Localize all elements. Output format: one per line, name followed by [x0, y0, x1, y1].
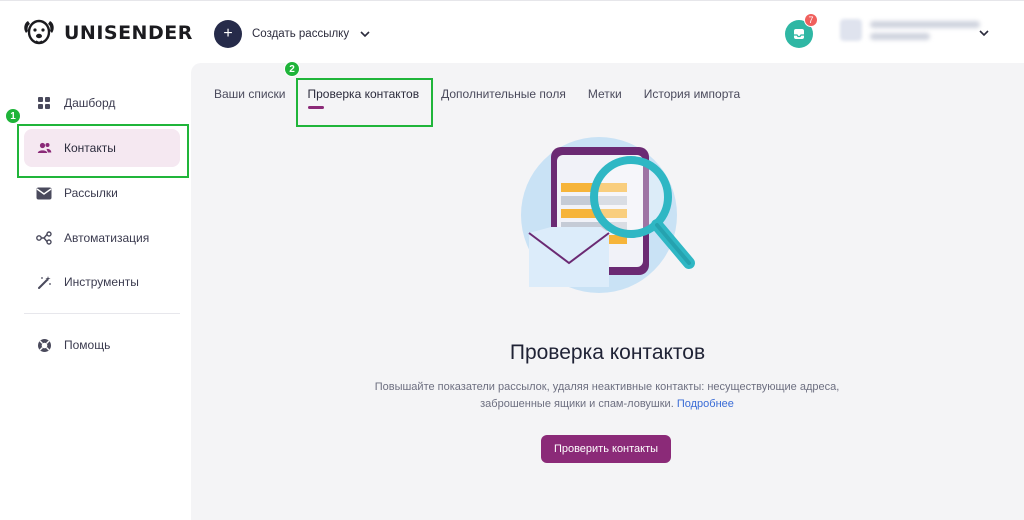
notification-count-badge: 7: [804, 13, 818, 27]
sidebar-item-campaigns[interactable]: Рассылки: [24, 174, 180, 212]
top-header: UNISENDER + Создать рассылку 7: [0, 0, 1024, 64]
user-chevron-down-icon[interactable]: [978, 27, 990, 39]
logo-text: UNISENDER: [64, 22, 193, 44]
sidebar-item-help[interactable]: Помощь: [24, 326, 180, 364]
tab-additional-fields[interactable]: Дополнительные поля: [441, 87, 566, 101]
dog-logo-icon: [24, 19, 54, 45]
chevron-down-icon: [360, 31, 370, 38]
learn-more-link[interactable]: Подробнее: [677, 398, 734, 410]
automation-nodes-icon: [36, 230, 52, 246]
annotation-box-1: [17, 124, 189, 178]
check-contacts-button[interactable]: Проверить контакты: [541, 435, 671, 463]
page-title: Проверка контактов: [509, 341, 706, 364]
user-id-blurred: [870, 32, 930, 40]
create-campaign-label: Создать рассылку: [252, 28, 350, 40]
sidebar-item-label: Автоматизация: [64, 231, 150, 245]
annotation-box-2: [296, 78, 433, 127]
sidebar-divider: [24, 313, 180, 314]
sidebar-item-automation[interactable]: Автоматизация: [24, 219, 180, 257]
sidebar-item-label: Помощь: [64, 338, 111, 352]
user-account-menu[interactable]: [840, 19, 980, 41]
plus-icon: +: [214, 20, 242, 48]
tab-import-history[interactable]: История импорта: [644, 87, 740, 101]
create-campaign-button[interactable]: + Создать рассылку: [214, 20, 371, 48]
avatar: [840, 19, 862, 41]
tab-tags[interactable]: Метки: [588, 87, 622, 101]
sidebar-item-dashboard[interactable]: Дашборд: [24, 84, 180, 122]
mail-icon: [36, 185, 52, 201]
annotation-badge-2: 2: [284, 61, 300, 77]
logo[interactable]: UNISENDER: [22, 17, 193, 49]
app-page: UNISENDER + Создать рассылку 7 Дашборд К…: [0, 0, 1024, 520]
contact-check-illustration: [521, 137, 695, 293]
sidebar-item-label: Дашборд: [64, 96, 116, 110]
inbox-icon: [794, 29, 804, 39]
sidebar-item-tools[interactable]: Инструменты: [24, 263, 180, 301]
page-description: Повышайте показатели рассылок, удаляя не…: [374, 381, 840, 410]
tab-your-lists[interactable]: Ваши списки: [214, 87, 286, 101]
sidebar-item-label: Рассылки: [64, 186, 118, 200]
lifebuoy-icon: [36, 337, 52, 353]
annotation-badge-1: 1: [5, 108, 21, 124]
dashboard-grid-icon: [36, 95, 52, 111]
magic-wand-icon: [36, 274, 52, 290]
user-email-blurred: [870, 20, 980, 28]
sidebar-item-label: Инструменты: [64, 275, 139, 289]
main-content: Ваши списки Проверка контактов Дополните…: [191, 63, 1024, 520]
